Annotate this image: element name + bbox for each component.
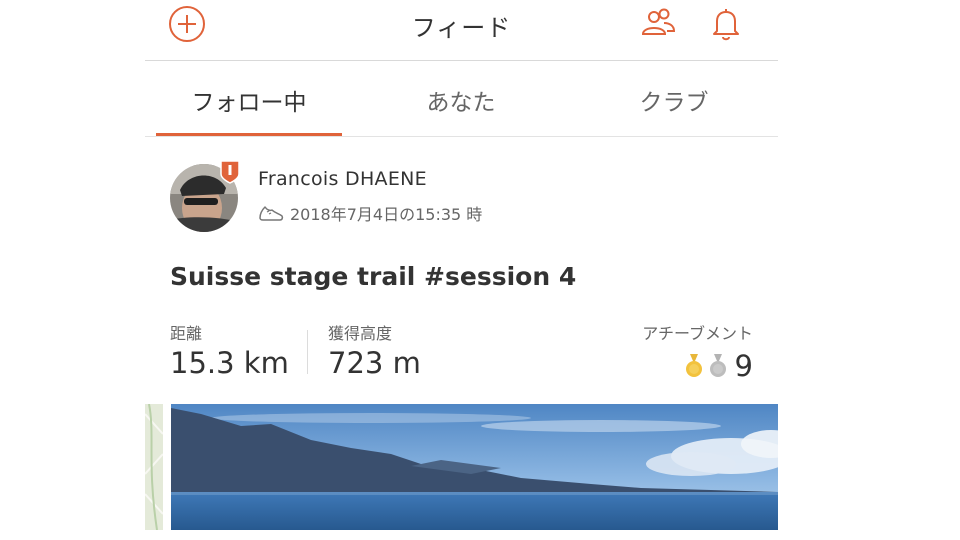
active-tab-indicator	[156, 133, 342, 136]
tab-following[interactable]: フォロー中	[156, 83, 342, 117]
feed-tabs: フォロー中 あなた クラブ	[145, 61, 778, 137]
achievements-label: アチーブメント	[642, 324, 753, 343]
athlete-name[interactable]: Francois DHAENE	[258, 168, 427, 190]
app-screen: フィード フォロー中 あなた クラブ Francois DHAENE 2018年…	[145, 0, 778, 540]
achievement-count: 9	[734, 349, 753, 383]
elevation-value: 723 m	[328, 346, 421, 380]
friends-button[interactable]	[637, 4, 677, 44]
subscriber-badge	[220, 160, 240, 184]
achievements[interactable]: 9	[675, 348, 753, 384]
notifications-button[interactable]	[706, 4, 746, 44]
shoe-icon	[259, 206, 284, 221]
page-title: フィード	[411, 14, 512, 42]
route-map-thumbnail[interactable]	[145, 404, 163, 530]
tab-you[interactable]: あなた	[368, 83, 554, 117]
tab-clubs[interactable]: クラブ	[581, 83, 767, 117]
activity-title[interactable]: Suisse stage trail #session 4	[170, 262, 576, 291]
bell-icon	[713, 9, 739, 41]
activity-meta: 2018年7月4日の15:35 時	[258, 201, 482, 225]
distance-value: 15.3 km	[170, 346, 289, 380]
distance-label: 距離	[170, 324, 203, 343]
activity-timestamp: 2018年7月4日の15:35 時	[290, 205, 483, 224]
silver-medal-icon	[709, 354, 726, 377]
activity-photo[interactable]	[171, 404, 778, 530]
feed-header: フィード	[145, 0, 778, 61]
gold-medal-icon	[685, 354, 702, 377]
people-icon	[641, 8, 676, 35]
elevation-label: 獲得高度	[328, 324, 393, 343]
stat-divider	[307, 330, 308, 374]
